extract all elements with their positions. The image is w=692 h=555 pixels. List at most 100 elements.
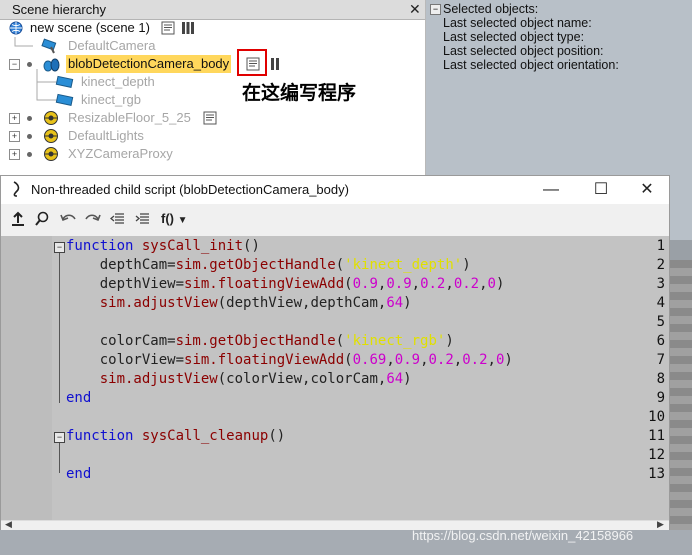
code-token: depthCam=: [99, 257, 176, 273]
scene-hierarchy-panel: Scene hierarchy ✕ new scene (scene 1) De…: [0, 0, 426, 175]
tree-item-xyz-camera-proxy[interactable]: + XYZCameraProxy: [0, 145, 425, 163]
line-number: 4: [656, 295, 665, 311]
code-token: sim.adjustView: [99, 295, 218, 311]
upload-icon[interactable]: [11, 210, 25, 228]
code-token: depthView=: [99, 276, 185, 292]
expand-icon[interactable]: +: [9, 131, 20, 142]
annotation-highlight-box: [237, 49, 267, 76]
code-token: sim.adjustView: [99, 371, 218, 387]
code-token: 0.9: [386, 276, 412, 292]
scene-floor: [670, 260, 692, 555]
search-icon[interactable]: [34, 210, 50, 228]
hierarchy-title: Scene hierarchy: [12, 2, 106, 17]
customization-script-icon[interactable]: [181, 21, 195, 35]
line-number: 1: [656, 238, 665, 254]
tree-item-scene[interactable]: new scene (scene 1): [0, 19, 425, 37]
code-token: ): [504, 352, 513, 368]
fold-toggle-icon[interactable]: −: [54, 242, 65, 253]
expand-icon[interactable]: +: [9, 113, 20, 124]
code-token: sim.floatingViewAdd: [184, 276, 345, 292]
line-number: 3: [656, 276, 665, 292]
hierarchy-title-bar: Scene hierarchy ✕: [0, 0, 425, 20]
tree-item-label: kinect_rgb: [81, 92, 141, 107]
code-token: ,: [479, 276, 488, 292]
code-token: ,: [411, 276, 421, 292]
tree-item-label: DefaultLights: [68, 128, 144, 143]
script-icon[interactable]: [161, 21, 175, 35]
tree-item-blob-detection-camera[interactable]: − blobDetectionCamera_body: [0, 55, 425, 73]
code-token: sim.getObjectHandle: [175, 257, 336, 273]
script-icon[interactable]: [203, 111, 217, 125]
scroll-right-icon[interactable]: ▶: [657, 519, 664, 530]
collapse-icon[interactable]: −: [430, 4, 441, 15]
vision-sensor-icon: [55, 75, 74, 88]
redo-icon[interactable]: [84, 210, 102, 228]
expand-icon[interactable]: +: [9, 149, 20, 160]
maximize-button[interactable]: ☐: [581, 178, 621, 202]
code-token: function: [66, 428, 134, 444]
fold-toggle-icon[interactable]: −: [54, 432, 65, 443]
code-token: end: [66, 390, 92, 406]
code-token: (depthView,depthCam,: [217, 295, 387, 311]
tree-dot: [27, 62, 32, 67]
code-line: end: [66, 466, 91, 482]
code-line: end: [66, 390, 91, 406]
code-token: 0.9: [394, 352, 421, 368]
camera-icon: [41, 38, 57, 54]
vision-sensor-icon: [55, 93, 74, 106]
line-number: 2: [656, 257, 665, 273]
script-editor-window: Non-threaded child script (blobDetection…: [0, 175, 670, 531]
tree-item-default-camera[interactable]: DefaultCamera: [0, 37, 425, 55]
close-button[interactable]: ✕: [627, 178, 667, 202]
editor-toolbar: f() ▼: [1, 205, 669, 233]
tree-item-kinect-rgb[interactable]: kinect_rgb: [0, 82, 425, 109]
undo-icon[interactable]: [59, 210, 77, 228]
line-number: 6: [656, 333, 665, 349]
tree-item-label: new scene (scene 1): [30, 20, 150, 35]
scroll-left-icon[interactable]: ◀: [5, 519, 12, 530]
fold-line: [59, 443, 60, 473]
tree-item-label: ResizableFloor_5_25: [68, 110, 191, 125]
tree-item-label: DefaultCamera: [68, 38, 156, 53]
tree-dot: [27, 152, 32, 157]
shape-icon: [44, 111, 58, 125]
globe-icon: [9, 21, 23, 35]
code-token: ): [403, 295, 412, 311]
line-number: 13: [648, 466, 665, 482]
code-line: depthView=sim.floatingViewAdd(0.9,0.9,0.…: [66, 276, 505, 292]
unindent-icon[interactable]: [110, 210, 126, 228]
code-token: colorCam=: [99, 333, 176, 349]
minimize-button[interactable]: —: [531, 178, 571, 202]
indent-icon[interactable]: [135, 210, 151, 228]
info-selected-objects: Selected objects:: [443, 2, 539, 16]
close-icon[interactable]: ✕: [409, 1, 421, 18]
code-line: depthCam=sim.getObjectHandle('kinect_dep…: [66, 257, 471, 273]
code-token: ,: [420, 352, 429, 368]
tree-item-default-lights[interactable]: + DefaultLights: [0, 127, 425, 145]
dummy-icon: [44, 147, 58, 161]
tree-dot: [27, 134, 32, 139]
line-number: 5: [656, 314, 665, 330]
code-line: sim.adjustView(depthView,depthCam,64): [66, 295, 412, 311]
tree-item-kinect-depth[interactable]: kinect_depth: [0, 69, 425, 91]
code-token: (): [268, 428, 286, 444]
code-token: 0.69: [352, 352, 387, 368]
tree-branch-line: [14, 37, 33, 47]
tree-item-label: kinect_depth: [81, 74, 155, 89]
code-line: function sysCall_init(): [66, 238, 260, 254]
info-object-orientation: Last selected object orientation:: [443, 58, 619, 72]
code-token: ,: [453, 352, 463, 368]
collapse-icon[interactable]: −: [9, 59, 20, 70]
code-token: ,: [487, 352, 496, 368]
tree-item-resizable-floor[interactable]: + ResizableFloor_5_25: [0, 109, 425, 127]
code-token: sim.getObjectHandle: [175, 333, 336, 349]
code-token: 64: [386, 371, 404, 387]
function-list-button[interactable]: f() ▼: [161, 210, 188, 228]
code-token: 0.2: [428, 352, 454, 368]
line-number: 10: [648, 409, 665, 425]
code-token: end: [66, 466, 92, 482]
code-editor[interactable]: 1 2 3 4 5 6 7 8 9 10 11 12 13 − − functi…: [1, 236, 669, 520]
dummy-icon: [44, 129, 58, 143]
customization-script-icon[interactable]: [270, 57, 282, 71]
code-line: colorView=sim.floatingViewAdd(0.69,0.9,0…: [66, 352, 513, 368]
